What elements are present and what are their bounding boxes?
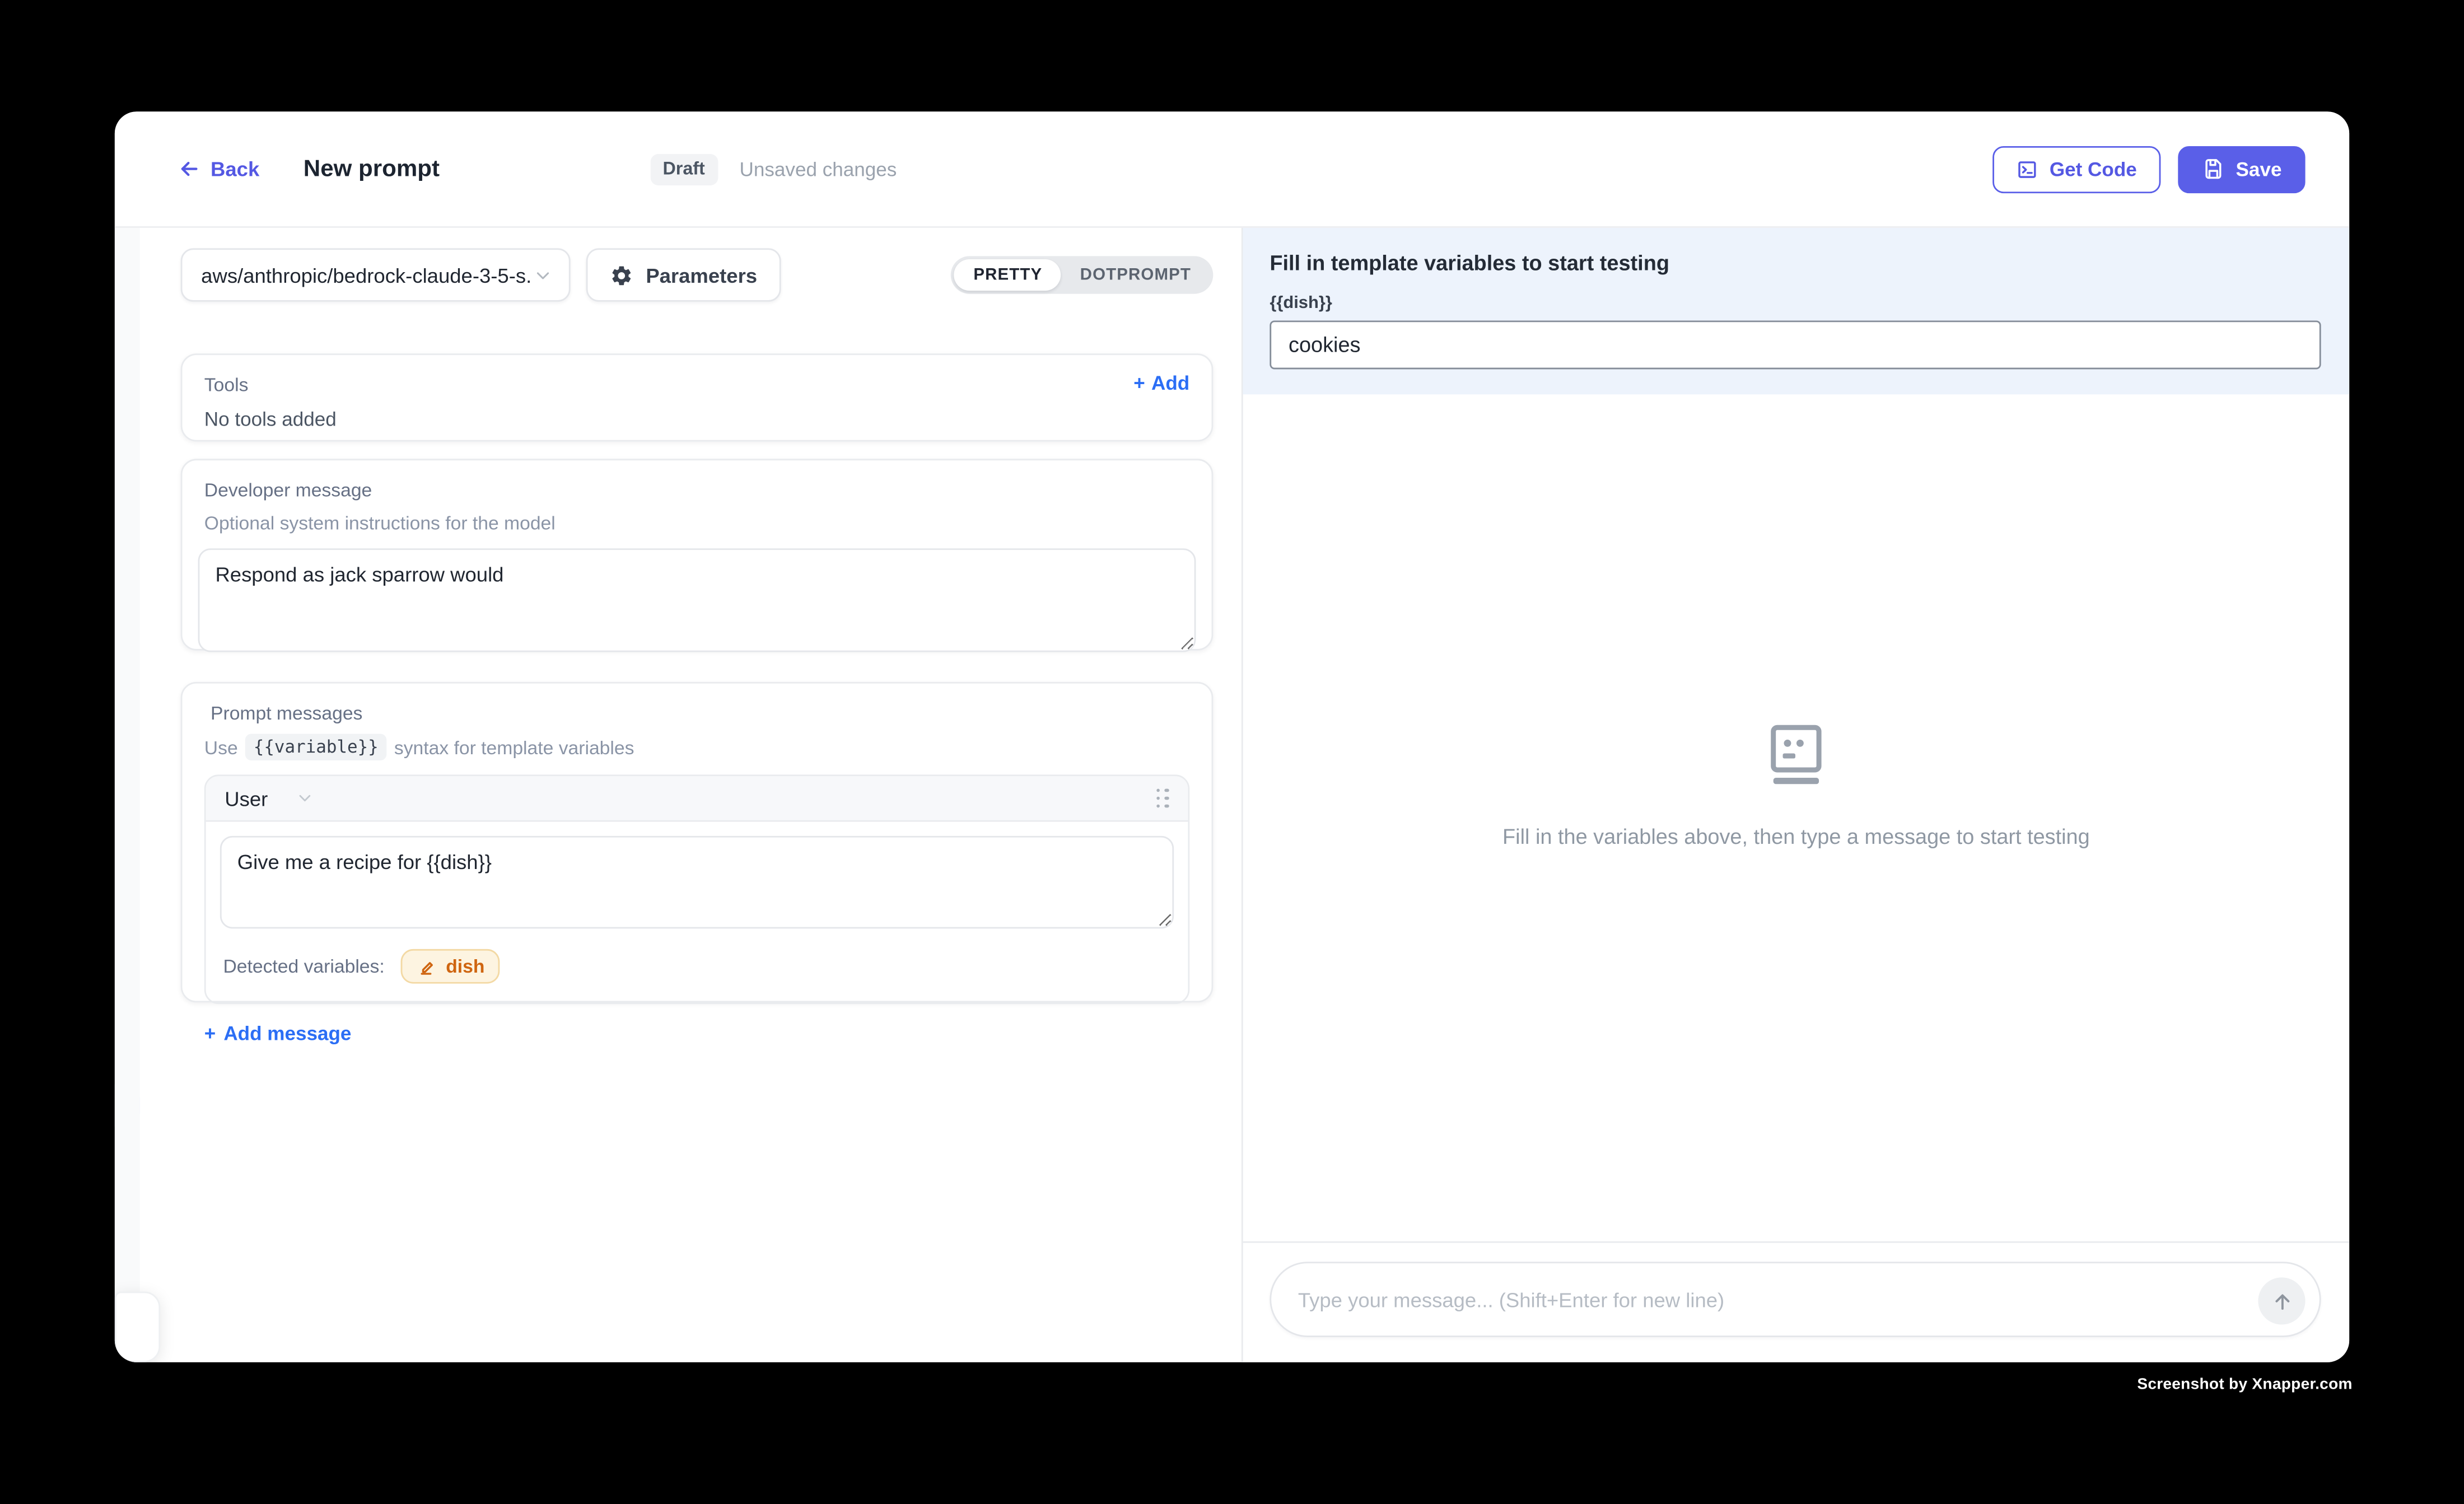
prompt-editor-pane: aws/anthropic/bedrock-claude-3-5-s... Pa…: [115, 228, 1242, 1362]
empty-state-text: Fill in the variables above, then type a…: [1502, 825, 2090, 848]
back-button[interactable]: Back: [178, 157, 259, 181]
robot-face-icon: [1766, 725, 1826, 787]
variable-chip-label: dish: [446, 955, 484, 977]
prompt-messages-section: Prompt messages Use {{variable}} syntax …: [181, 682, 1214, 1002]
add-tool-button[interactable]: + Add: [1133, 372, 1189, 394]
save-floppy-icon: [2201, 157, 2225, 181]
subtitle-prefix: Use: [204, 736, 238, 758]
template-variables-panel: Fill in template variables to start test…: [1243, 228, 2350, 394]
terminal-icon: [2017, 158, 2038, 180]
send-message-button[interactable]: [2258, 1277, 2305, 1324]
plus-icon: +: [204, 1023, 216, 1045]
add-message-label: Add message: [223, 1023, 351, 1045]
watermark-text: Screenshot by Xnapper.com: [2137, 1376, 2352, 1394]
parameters-label: Parameters: [646, 263, 757, 287]
app-window: Back New prompt Draft Unsaved changes Ge…: [115, 111, 2349, 1362]
back-arrow-icon: [178, 157, 201, 181]
prompt-messages-title: Prompt messages: [204, 702, 1189, 724]
chat-message-input[interactable]: [1298, 1288, 2244, 1311]
get-code-label: Get Code: [2050, 158, 2137, 180]
detected-variables-label: Detected variables:: [223, 955, 384, 977]
model-select-value: aws/anthropic/bedrock-claude-3-5-s...: [201, 263, 533, 287]
developer-message-textarea[interactable]: Respond as jack sparrow would: [198, 548, 1196, 652]
message-header: User: [206, 776, 1188, 821]
gear-icon: [610, 263, 633, 287]
tools-section: Tools + Add No tools added: [181, 353, 1214, 441]
view-mode-toggle: PRETTY DOTPROMPT: [951, 256, 1213, 293]
drag-handle-icon[interactable]: [1156, 788, 1169, 809]
add-tool-label: Add: [1151, 372, 1189, 394]
message-body: Give me a recipe for {{dish}} Detected v…: [206, 822, 1188, 1003]
chat-input-container: [1270, 1262, 2321, 1337]
toggle-option-pretty[interactable]: PRETTY: [955, 259, 1061, 291]
save-label: Save: [2236, 158, 2282, 180]
edit-pencil-icon: [416, 956, 436, 977]
chat-input-bar: [1243, 1241, 2350, 1362]
toggle-option-dotprompt[interactable]: DOTPROMPT: [1061, 259, 1210, 291]
chevron-down-icon: [533, 265, 553, 285]
model-toolbar: aws/anthropic/bedrock-claude-3-5-s... Pa…: [181, 248, 1214, 301]
variable-syntax-chip: {{variable}}: [246, 734, 386, 760]
unsaved-changes-text: Unsaved changes: [740, 158, 897, 180]
back-label: Back: [211, 157, 259, 181]
test-pane: Fill in template variables to start test…: [1242, 228, 2349, 1362]
tools-empty-text: No tools added: [204, 409, 1189, 431]
variable-chip-dish[interactable]: dish: [400, 949, 501, 984]
developer-message-section: Developer message Optional system instru…: [181, 459, 1214, 650]
tools-title: Tools: [204, 374, 1189, 396]
detected-variables-row: Detected variables: dish: [220, 936, 1174, 1002]
model-select[interactable]: aws/anthropic/bedrock-claude-3-5-s...: [181, 248, 571, 301]
status-badge: Draft: [650, 153, 717, 185]
add-message-button[interactable]: + Add message: [204, 1023, 1189, 1045]
developer-message-title: Developer message: [198, 479, 1196, 501]
message-role-select[interactable]: User: [225, 786, 268, 810]
developer-message-subtitle: Optional system instructions for the mod…: [198, 512, 1196, 534]
message-textarea[interactable]: Give me a recipe for {{dish}}: [220, 836, 1174, 929]
variables-panel-title: Fill in template variables to start test…: [1270, 251, 2321, 275]
prompt-messages-subtitle: Use {{variable}} syntax for template var…: [204, 734, 1189, 760]
variable-value-input[interactable]: [1270, 320, 2321, 369]
parameters-button[interactable]: Parameters: [586, 248, 781, 301]
screenshot-stage: Back New prompt Draft Unsaved changes Ge…: [0, 0, 2464, 1503]
chat-empty-state: Fill in the variables above, then type a…: [1243, 394, 2350, 1241]
window-body: aws/anthropic/bedrock-claude-3-5-s... Pa…: [115, 228, 2349, 1362]
get-code-button[interactable]: Get Code: [1993, 146, 2160, 193]
plus-icon: +: [1133, 372, 1145, 394]
variable-key-label: {{dish}}: [1270, 294, 2321, 313]
header-actions: Get Code Save: [1993, 146, 2306, 193]
message-block: User Give me a recipe for {{dish}} Detec…: [204, 774, 1189, 1004]
chevron-down-icon[interactable]: [296, 789, 315, 808]
save-button[interactable]: Save: [2178, 146, 2306, 193]
header: Back New prompt Draft Unsaved changes Ge…: [115, 111, 2349, 228]
page-title: New prompt: [304, 156, 440, 183]
subtitle-suffix: syntax for template variables: [394, 736, 634, 758]
arrow-up-icon: [2270, 1289, 2293, 1313]
corner-popover: [115, 1292, 160, 1362]
